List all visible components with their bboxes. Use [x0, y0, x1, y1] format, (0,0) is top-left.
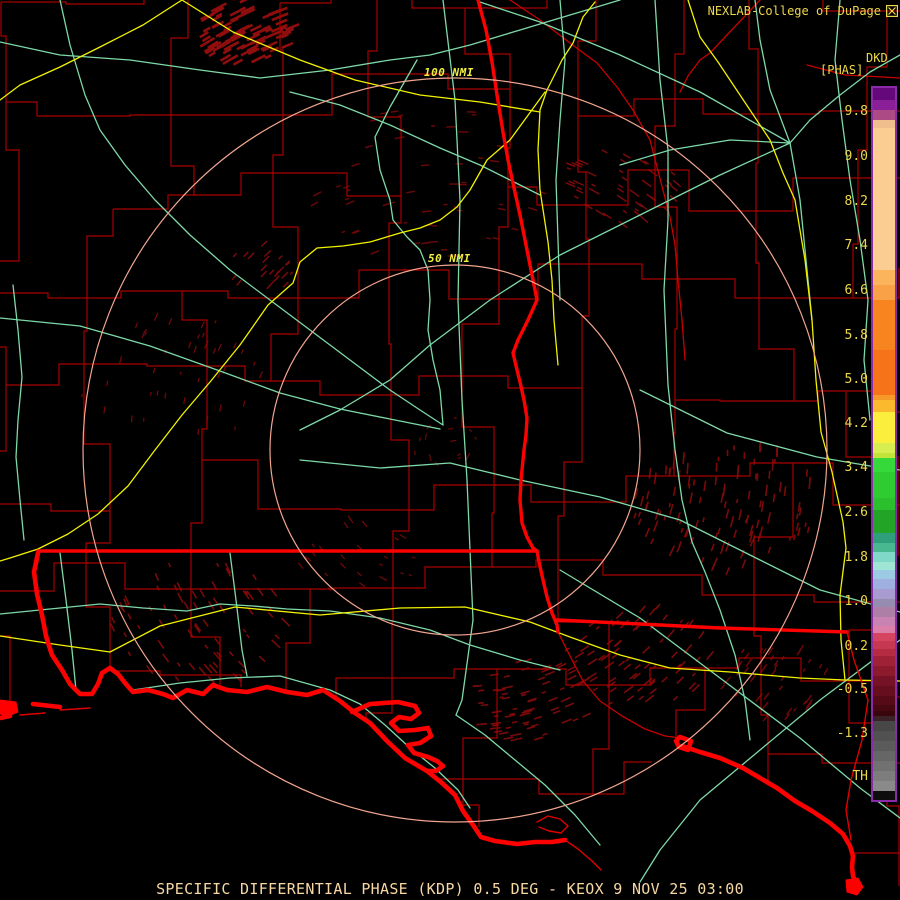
- radar-speckle-cluster: [231, 240, 294, 290]
- colorbar-segment: [873, 656, 895, 666]
- colorbar-segment: [873, 721, 895, 731]
- roads-green-path: [654, 0, 669, 386]
- colorbar-segment: [873, 270, 895, 285]
- colorbar-segment: [873, 686, 895, 696]
- coastline-path: [19, 712, 46, 716]
- roads-green-path: [455, 714, 601, 846]
- coastline-path: [536, 815, 569, 834]
- roads-green-path: [12, 284, 25, 541]
- colorbar-segment: [873, 533, 895, 543]
- colorbar-segment: [873, 771, 895, 781]
- header-title-row: NEXLAB-College of DuPage: [708, 4, 898, 18]
- roads-green-path: [0, 603, 561, 671]
- product-code-label: DKD: [866, 51, 888, 65]
- colorbar-segment: [873, 443, 895, 453]
- colorbar-segment: [873, 731, 895, 741]
- roads-green-path: [639, 639, 900, 883]
- state-borders: [36, 0, 849, 634]
- units-label: [PHAS]: [820, 63, 864, 77]
- product-caption: SPECIFIC DIFFERENTIAL PHASE (KDP) 0.5 DE…: [156, 880, 744, 898]
- state-borders-path: [535, 549, 560, 634]
- radar-speckle-cluster: [109, 562, 291, 685]
- colorbar-segment: [873, 570, 895, 579]
- colorbar-segment: [873, 579, 895, 589]
- colorbar-segment: [873, 751, 895, 761]
- radar-speckle-cluster: [472, 658, 591, 742]
- radar-speckle-cluster: [199, 0, 300, 66]
- roads-yellow: [0, 0, 900, 682]
- colorbar-segment: [873, 676, 895, 686]
- colorbar-segment: [873, 300, 895, 350]
- roads-green-path: [229, 552, 248, 677]
- colorbar-segment: [873, 589, 895, 599]
- coastline-path: [679, 743, 860, 895]
- site-title: NEXLAB-College of DuPage: [707, 4, 881, 18]
- colorbar-segment: [873, 120, 895, 128]
- colorbar-segment: [873, 543, 895, 552]
- colorbar-segment: [873, 649, 895, 656]
- radar-speckle-cluster: [633, 442, 812, 576]
- colorbar-segment: [873, 350, 895, 395]
- colorbar-segment: [873, 552, 895, 562]
- coastline-path: [30, 701, 63, 710]
- radar-speckles: [81, 0, 829, 742]
- colorbar-segment: [873, 562, 895, 570]
- state-borders-path: [555, 618, 849, 634]
- roads-green-path: [289, 91, 541, 196]
- radar-map: [0, 0, 900, 896]
- outer-range-ring-label: 100 NMI: [424, 66, 474, 79]
- colorbar-segment: [873, 285, 895, 300]
- colorbar-segment: [873, 696, 895, 705]
- roads-yellow-path: [0, 606, 900, 682]
- colorbar-segment: [873, 781, 895, 791]
- roads-green-path: [754, 0, 791, 144]
- roads-green-path: [667, 384, 751, 741]
- colorbar-segment: [873, 599, 895, 607]
- coastline: [0, 550, 869, 896]
- colorbar-segment: [873, 626, 895, 633]
- colorbar-segment: [873, 472, 895, 498]
- colorbar-segment: [873, 412, 895, 443]
- checkbox-icon[interactable]: [886, 5, 898, 17]
- roads-yellow-path: [0, 0, 183, 101]
- colorbar-segment: [873, 128, 895, 270]
- kdp-colorbar: [871, 86, 897, 802]
- coastline-path: [59, 707, 91, 711]
- roads-green-path: [639, 389, 900, 471]
- coastline-path: [0, 699, 19, 717]
- radar-speckle-cluster: [310, 110, 547, 271]
- colorbar-segment: [873, 110, 895, 120]
- colorbar-segment: [873, 100, 895, 110]
- radar-speckle-cluster: [720, 644, 829, 722]
- colorbar-segment: [873, 400, 895, 412]
- colorbar-segment: [873, 607, 895, 617]
- county-lines-path: [0, 0, 900, 886]
- colorbar-segment: [873, 791, 895, 800]
- county-lines: [0, 0, 900, 886]
- colorbar-segment: [873, 741, 895, 751]
- colorbar-segment: [873, 761, 895, 771]
- colorbar-segment: [873, 633, 895, 641]
- radar-speckle-cluster: [297, 515, 416, 591]
- roads-green-path: [479, 1, 791, 144]
- colorbar-segment: [873, 617, 895, 626]
- colorbar-segment: [873, 458, 895, 472]
- range-rings-path: [269, 264, 641, 636]
- colorbar-segment: [873, 88, 895, 100]
- colorbar-segment: [873, 498, 895, 510]
- colorbar-segment: [873, 641, 895, 649]
- colorbar-segment: [873, 666, 895, 676]
- colorbar-segment: [873, 510, 895, 533]
- roads-yellow-path: [687, 0, 847, 681]
- radar-speckle-cluster: [564, 603, 715, 705]
- inner-range-ring-label: 50 NMI: [428, 252, 471, 265]
- radar-speckle-cluster: [81, 312, 264, 435]
- roads-green-path: [59, 0, 444, 426]
- coastline-path: [564, 839, 602, 871]
